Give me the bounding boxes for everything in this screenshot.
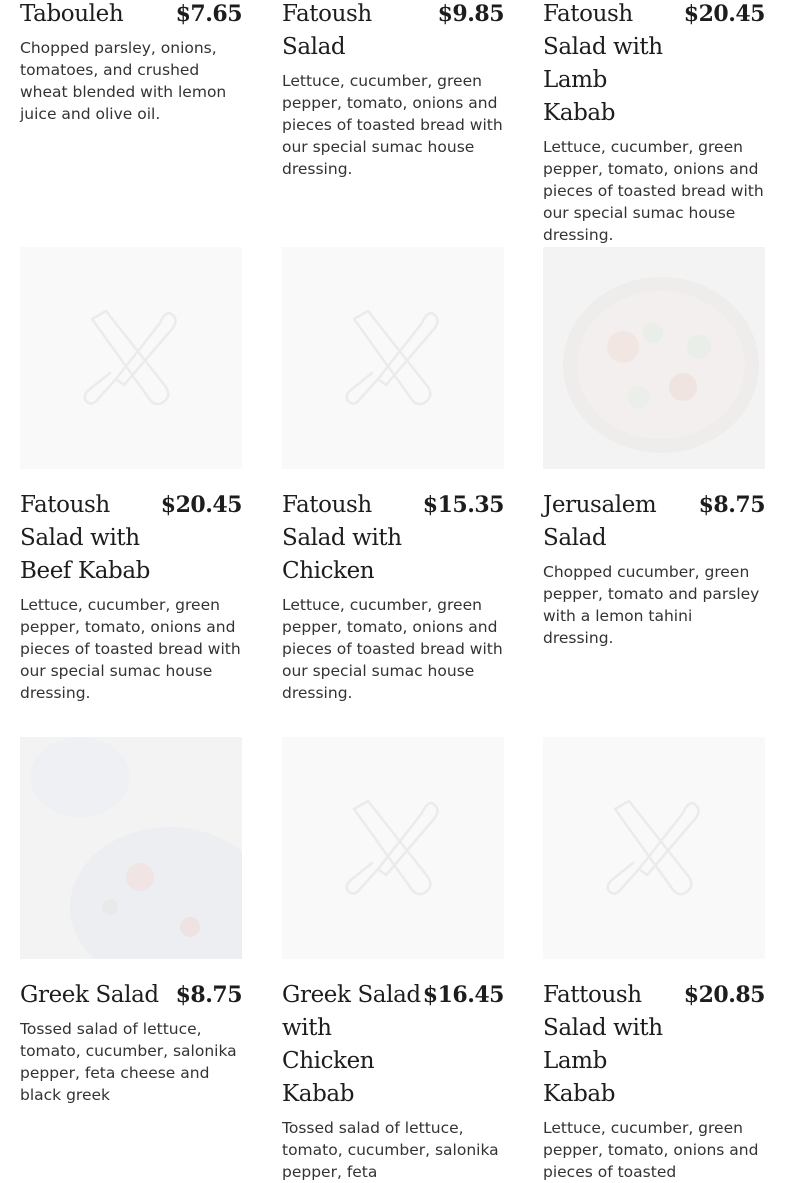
menu-grid: Tabouleh $7.65 Chopped parsley, onions, … xyxy=(0,0,785,1181)
menu-item-header: Tabouleh $7.65 xyxy=(20,0,243,31)
menu-item-description: Lettuce, cucumber, green pepper, tomato,… xyxy=(543,138,764,244)
menu-item[interactable]: Jerusalem Salad $8.75 Chopped cucumber, … xyxy=(543,247,766,649)
menu-item[interactable]: Tabouleh $7.65 Chopped parsley, onions, … xyxy=(20,0,243,125)
menu-item-header: Fatoush Salad with Beef Kabab $20.45 xyxy=(20,489,243,588)
menu-item-name: Fatoush Salad with Chicken xyxy=(282,492,402,584)
menu-item-image[interactable] xyxy=(543,247,765,469)
menu-item-description: Lettuce, cucumber, green pepper, tomato,… xyxy=(20,596,241,702)
menu-item[interactable]: Greek Salad with Chicken Kabab $16.45 To… xyxy=(282,737,505,1183)
menu-item-name: Fattoush Salad with Lamb Kabab xyxy=(543,982,663,1107)
menu-item[interactable]: Fatoush Salad with Chicken $15.35 Lettuc… xyxy=(282,247,505,704)
menu-item-price: $20.45 xyxy=(160,492,243,518)
menu-item-description: Lettuce, cucumber, green pepper, tomato,… xyxy=(282,596,503,702)
menu-item-name: Fatoush Salad with Beef Kabab xyxy=(20,492,151,584)
fork-knife-placeholder-icon xyxy=(83,309,177,406)
menu-item-image[interactable] xyxy=(282,247,504,469)
fork-knife-placeholder-icon xyxy=(345,309,439,406)
fork-knife-placeholder-icon xyxy=(606,799,700,896)
menu-item-name: Tabouleh xyxy=(20,1,124,27)
menu-item-header: Fattoush Salad with Lamb Kabab $20.85 xyxy=(543,979,766,1111)
menu-item[interactable]: Fatoush Salad $9.85 Lettuce, cucumber, g… xyxy=(282,0,505,180)
menu-item-description: Chopped parsley, onions, tomatoes, and c… xyxy=(20,39,227,123)
menu-item-price: $16.45 xyxy=(422,982,505,1008)
menu-item-price: $9.85 xyxy=(437,1,505,27)
menu-item-name: Fatoush Salad xyxy=(282,1,372,60)
fork-knife-placeholder-icon xyxy=(345,799,439,896)
menu-item-price: $20.85 xyxy=(683,982,766,1008)
menu-item-image[interactable] xyxy=(20,247,242,469)
salad-plate-photo xyxy=(20,737,242,959)
menu-item[interactable]: Greek Salad $8.75 Tossed salad of lettuc… xyxy=(20,737,243,1106)
menu-item-header: Greek Salad $8.75 xyxy=(20,979,243,1012)
menu-item-image[interactable] xyxy=(20,737,242,959)
menu-item[interactable]: Fattoush Salad with Lamb Kabab $20.85 Le… xyxy=(543,737,766,1183)
menu-item-image[interactable] xyxy=(543,737,765,959)
menu-item-name: Fatoush Salad with Lamb Kabab xyxy=(543,1,663,126)
menu-item-header: Fatoush Salad with Lamb Kabab $20.45 xyxy=(543,0,766,130)
menu-item-description: Tossed salad of lettuce, tomato, cucumbe… xyxy=(282,1119,499,1181)
menu-item-name: Greek Salad with Chicken Kabab xyxy=(282,982,421,1107)
menu-item-name: Jerusalem Salad xyxy=(543,492,657,551)
menu-item-price: $7.65 xyxy=(175,1,243,27)
menu-item-header: Fatoush Salad $9.85 xyxy=(282,0,505,64)
salad-bowl-photo xyxy=(543,247,765,469)
menu-item-header: Greek Salad with Chicken Kabab $16.45 xyxy=(282,979,505,1111)
menu-item[interactable]: Fatoush Salad with Beef Kabab $20.45 Let… xyxy=(20,247,243,704)
menu-item-description: Chopped cucumber, green pepper, tomato a… xyxy=(543,563,760,647)
menu-item-price: $8.75 xyxy=(698,492,766,518)
menu-item-price: $8.75 xyxy=(175,982,243,1008)
menu-item-description: Lettuce, cucumber, green pepper, tomato,… xyxy=(282,72,503,178)
menu-item-header: Fatoush Salad with Chicken $15.35 xyxy=(282,489,505,588)
menu-item-name: Greek Salad xyxy=(20,982,159,1008)
menu-item-header: Jerusalem Salad $8.75 xyxy=(543,489,766,555)
menu-item-description: Lettuce, cucumber, green pepper, tomato,… xyxy=(543,1119,759,1181)
menu-item-description: Tossed salad of lettuce, tomato, cucumbe… xyxy=(20,1020,237,1104)
menu-item[interactable]: Fatoush Salad with Lamb Kabab $20.45 Let… xyxy=(543,0,766,246)
menu-item-price: $20.45 xyxy=(683,1,766,27)
menu-item-image[interactable] xyxy=(282,737,504,959)
menu-item-price: $15.35 xyxy=(422,492,505,518)
